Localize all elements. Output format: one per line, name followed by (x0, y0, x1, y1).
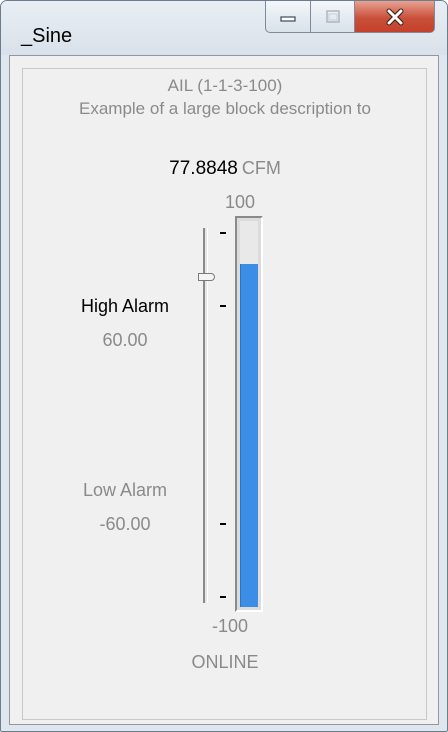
process-value: 77.8848 (169, 158, 238, 179)
close-button[interactable] (355, 1, 435, 33)
scale-tick-min (220, 596, 226, 598)
caption-buttons (265, 1, 435, 33)
scale-tick-max (220, 232, 226, 234)
low-alarm-value: -60.00 (99, 514, 151, 534)
range-min-label: -100 (211, 616, 249, 636)
window-title: _Sine (21, 25, 73, 47)
maximize-icon (325, 9, 340, 23)
app-window: _Sine AIL (1-1-3-100) Example of a large… (0, 0, 448, 732)
setpoint-slider-track[interactable] (203, 228, 208, 603)
status-text: ONLINE (191, 652, 259, 672)
process-value-line: 77.8848 CFM (10, 158, 440, 180)
scale-tick-low-alarm (220, 523, 226, 525)
range-max-label: 100 (224, 192, 256, 212)
value-bar-background (240, 221, 258, 607)
scale-tick-high-alarm (220, 305, 226, 307)
value-bar-graph (235, 216, 263, 612)
minimize-icon (280, 15, 296, 22)
value-bar-fill (240, 264, 258, 607)
close-icon (386, 8, 403, 25)
block-tag: AIL (1-1-3-100) (167, 76, 283, 95)
low-alarm-label: Low Alarm (82, 480, 168, 500)
high-alarm-label: High Alarm (80, 296, 170, 316)
title-bar[interactable]: _Sine (1, 1, 447, 55)
block-description: Example of a large block description to (79, 99, 371, 118)
minimize-button[interactable] (265, 1, 311, 33)
faceplate-panel: AIL (1-1-3-100) Example of a large block… (9, 55, 439, 725)
engineering-unit: CFM (241, 158, 281, 178)
maximize-button[interactable] (311, 1, 355, 33)
high-alarm-value: 60.00 (102, 330, 148, 350)
setpoint-slider-thumb[interactable] (198, 273, 215, 281)
